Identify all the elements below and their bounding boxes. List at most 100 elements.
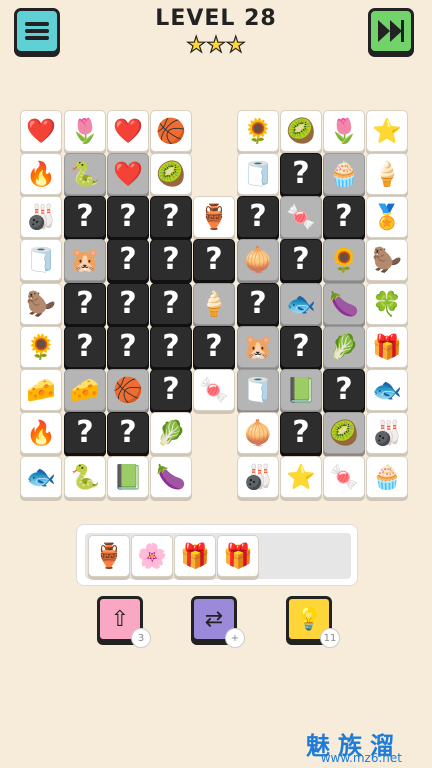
tile[interactable]: 🏅 <box>366 196 408 238</box>
tile-symbol-icon: 🧅 <box>243 419 273 447</box>
tile[interactable]: 🧀 <box>20 369 62 411</box>
watermark-url: www.mz6.net <box>320 751 402 765</box>
tile-symbol-icon: 📗 <box>286 376 316 404</box>
hidden-tile: ? <box>323 369 365 411</box>
tile-symbol-icon: 🧻 <box>243 376 273 404</box>
question-mark-icon: ? <box>119 199 137 234</box>
tile[interactable]: 🏀 <box>150 110 192 152</box>
tile-symbol-icon: 🥝 <box>329 419 359 447</box>
hidden-tile: ? <box>107 412 149 454</box>
question-mark-icon: ? <box>162 372 180 407</box>
tile[interactable]: 🌻 <box>237 110 279 152</box>
tile-symbol-icon: 🍬 <box>329 463 359 491</box>
tile-board: ❤️ 🌷 ❤️ 🏀 🌻 🥝 🌷 ⭐ 🔥 🐍 ❤️ 🥝 🧻? 🧁 🍦 🎳??? 🏺? 🍬? 🏅 🧻 🐹??? 🧅? 🌻 🦫 🦫??… <box>0 0 432 520</box>
tile-tray: 🏺 🌸 🎁 🎁 <box>76 524 358 586</box>
tile-symbol-icon: 🧁 <box>372 463 402 491</box>
tile: 📗 <box>280 369 322 411</box>
tile-symbol-icon: 🔥 <box>26 160 56 188</box>
tile[interactable]: 🐟 <box>366 369 408 411</box>
tile[interactable]: ⭐ <box>280 456 322 498</box>
tile[interactable]: 🥬 <box>150 412 192 454</box>
tile: 🥬 <box>323 326 365 368</box>
tile-symbol-icon: ❤️ <box>113 160 143 188</box>
hidden-tile: ? <box>280 326 322 368</box>
tile: ❤️ <box>107 153 149 195</box>
tile[interactable]: 🧻 <box>237 153 279 195</box>
tile[interactable]: 🏺 <box>193 196 235 238</box>
tile[interactable]: 🦫 <box>20 283 62 325</box>
tile-symbol-icon: 🥬 <box>329 333 359 361</box>
tile[interactable]: 🍆 <box>150 456 192 498</box>
tile-symbol-icon: 🥝 <box>286 117 316 145</box>
question-mark-icon: ? <box>292 329 310 364</box>
tile: 🐹 <box>237 326 279 368</box>
tile[interactable]: 🌷 <box>323 110 365 152</box>
hidden-tile: ? <box>237 196 279 238</box>
tile-symbol-icon: 🏺 <box>199 203 229 231</box>
tile[interactable]: ❤️ <box>107 110 149 152</box>
tile-symbol-icon: 🍦 <box>199 290 229 318</box>
tile[interactable]: 🧁 <box>366 456 408 498</box>
tile-symbol-icon: 🏀 <box>113 376 143 404</box>
tile-symbol-icon: 🏅 <box>372 203 402 231</box>
tile-symbol-icon: 🌻 <box>26 333 56 361</box>
tile-symbol-icon: 🐹 <box>243 333 273 361</box>
tile: 🧻 <box>237 369 279 411</box>
question-mark-icon: ? <box>162 199 180 234</box>
tile-symbol-icon: 🎁 <box>372 333 402 361</box>
tile[interactable]: ❤️ <box>20 110 62 152</box>
tile-symbol-icon: 🍬 <box>199 376 229 404</box>
tile-symbol-icon: 🐟 <box>26 463 56 491</box>
tile[interactable]: 🐍 <box>64 456 106 498</box>
tile[interactable]: 🍦 <box>366 153 408 195</box>
tile: 🧁 <box>323 153 365 195</box>
tray-slot-area: 🏺 🌸 🎁 🎁 <box>85 533 351 579</box>
tile-symbol-icon: 🏀 <box>156 117 186 145</box>
question-mark-icon: ? <box>119 242 137 277</box>
tile[interactable]: 🍬 <box>323 456 365 498</box>
tile-symbol-icon: 🥬 <box>156 419 186 447</box>
tile-symbol-icon: 🦫 <box>372 246 402 274</box>
tile[interactable]: 🐟 <box>20 456 62 498</box>
tile[interactable]: 🌷 <box>64 110 106 152</box>
tile[interactable]: 🍬 <box>193 369 235 411</box>
tile-symbol-icon: 🐍 <box>70 160 100 188</box>
tile-symbol-icon: 🐹 <box>70 246 100 274</box>
tile[interactable]: 🧅 <box>237 412 279 454</box>
tile[interactable]: 🎳 <box>237 456 279 498</box>
tile-symbol-icon: 🧻 <box>26 246 56 274</box>
tile[interactable]: 🍀 <box>366 283 408 325</box>
tile-symbol-icon: 🌻 <box>243 117 273 145</box>
tile[interactable]: 🎳 <box>366 412 408 454</box>
tile[interactable]: 🔥 <box>20 412 62 454</box>
tile: 🧅 <box>237 239 279 281</box>
tile-symbol-icon: 📗 <box>113 463 143 491</box>
hidden-tile: ? <box>150 196 192 238</box>
tile[interactable]: 🎳 <box>20 196 62 238</box>
tile[interactable]: 🥝 <box>150 153 192 195</box>
hidden-tile: ? <box>107 283 149 325</box>
tile[interactable]: 🥝 <box>280 110 322 152</box>
tile[interactable]: 🌻 <box>20 326 62 368</box>
question-mark-icon: ? <box>119 286 137 321</box>
tile[interactable]: 🎁 <box>366 326 408 368</box>
tile[interactable]: ⭐ <box>366 110 408 152</box>
shuffle-icon: ⇄ <box>204 606 224 632</box>
hidden-tile: ? <box>150 283 192 325</box>
tile[interactable]: 🦫 <box>366 239 408 281</box>
hidden-tile: ? <box>280 239 322 281</box>
tile-symbol-icon: 🍆 <box>156 463 186 491</box>
tile-symbol-icon: 🔥 <box>26 419 56 447</box>
hint-count-badge: 11 <box>320 628 340 648</box>
tile: 🍬 <box>280 196 322 238</box>
tile[interactable]: 📗 <box>107 456 149 498</box>
tile[interactable]: 🧻 <box>20 239 62 281</box>
hidden-tile: ? <box>107 196 149 238</box>
question-mark-icon: ? <box>119 329 137 364</box>
hidden-tile: ? <box>150 369 192 411</box>
hidden-tile: ? <box>280 412 322 454</box>
tile[interactable]: 🔥 <box>20 153 62 195</box>
undo-count-badge: 3 <box>131 628 151 648</box>
tile: 🍆 <box>323 283 365 325</box>
tile-symbol-icon: 🍦 <box>372 160 402 188</box>
